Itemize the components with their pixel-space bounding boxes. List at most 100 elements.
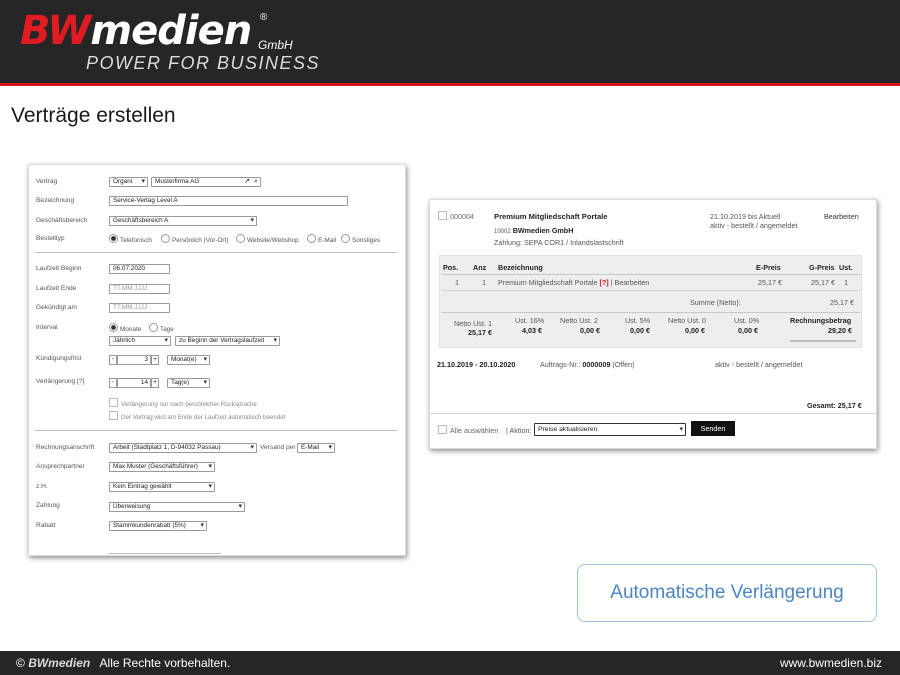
label-verlaengerung: Verlängerung [?]: [36, 378, 85, 385]
customer-name: BWmedien GmbH: [512, 226, 574, 235]
col-bezeichnung: Bezeichnung: [498, 263, 543, 272]
kuendigungsfrist-plus-button[interactable]: +: [151, 355, 159, 365]
tax-label-netto-ust-1: Netto Ust. 1: [454, 319, 492, 328]
row-pos: 1: [455, 278, 459, 287]
search-icon[interactable]: ⌕: [254, 178, 258, 186]
radio-persoenlich[interactable]: Persönlich (Vor-Ort): [161, 234, 228, 244]
external-link-icon[interactable]: ↗: [244, 178, 250, 186]
footer-website-link[interactable]: www.bwmedien.biz: [780, 656, 882, 670]
callout-automatische-verlaengerung: Automatische Verlängerung: [577, 564, 877, 622]
auftrag-number[interactable]: 0000009: [582, 360, 610, 369]
radio-sonstiges[interactable]: Sonstiges: [341, 234, 380, 244]
vertrag-type-select[interactable]: Organi: [109, 177, 148, 187]
tax-value-ust-5: 0,00 €: [630, 326, 650, 335]
select-all-checkbox[interactable]: Alle auswählen: [438, 425, 498, 435]
logo-bw: BW: [20, 8, 91, 54]
label-laufzeit-ende: Laufzeit Ende: [36, 285, 77, 292]
cropped-field-edge: [109, 553, 221, 554]
label-zahlung: Zahlung: [36, 502, 60, 509]
tax-label-ust-0: Ust. 0%: [734, 316, 760, 325]
copyright-symbol: ©: [16, 656, 25, 670]
zahlung-select[interactable]: Überweisung: [109, 502, 245, 512]
bwmedien-logo: BWmedien ® GmbH POWER FOR BUSINESS: [20, 8, 319, 73]
col-anz: Anz: [473, 263, 487, 272]
order-title: Premium Mitgliedschaft Portale: [494, 212, 608, 221]
radio-monate[interactable]: Monate: [109, 323, 141, 333]
logo-tagline: POWER FOR BUSINESS: [86, 53, 321, 73]
payment-info: Zahlung: SEPA COR1 / Inlandslastschrift: [494, 238, 624, 247]
customer-value: Musterfirma AG: [155, 178, 200, 185]
label-rechnungsanschrift: Rechnungsanschrift: [36, 444, 95, 451]
tax-value-netto-ust-1: 25,17 €: [468, 328, 492, 337]
aktion-select[interactable]: Preise aktualisieren: [534, 423, 686, 436]
label-bestelltyp: Bestelltyp: [36, 235, 65, 242]
order-checkbox[interactable]: 000004: [438, 211, 474, 221]
col-gpreis: G-Preis: [809, 263, 835, 272]
tax-label-ust-5: Ust. 5%: [625, 316, 651, 325]
auftrag-info: Auftrags-Nr.: 0000009 (Offen): [540, 360, 635, 369]
rechnungsanschrift-select[interactable]: Arbeit (Stadtplatz 1, D-94032 Passau): [109, 443, 257, 453]
tax-value-ust-0: 0,00 €: [738, 326, 758, 335]
divider: [442, 274, 860, 275]
order-status-info: aktiv - bestellt / angemeldet: [710, 221, 798, 230]
interval-frequency-select[interactable]: Jährlich: [109, 336, 171, 346]
period-status: aktiv - bestellt / angemeldet: [715, 360, 803, 369]
label-geschaeftsbereich: Geschäftsbereich: [36, 217, 88, 224]
ansprechpartner-select[interactable]: Max Muster (Geschäftsführer): [109, 462, 215, 472]
label-versand-per: Versand per: [260, 444, 296, 451]
checkbox-automatisch-beendet[interactable]: Der Vertrag wird am Ende der Laufzeit au…: [109, 411, 285, 421]
bezeichnung-input[interactable]: Service-Vertag Level A: [109, 196, 348, 206]
versand-select[interactable]: E-Mail: [297, 443, 335, 453]
radio-website-webshop[interactable]: Website/Webshop: [236, 234, 299, 244]
customer-line: 10002 BWmedien GmbH: [494, 226, 573, 235]
label-rabatt: Rabatt: [36, 522, 56, 529]
label-vertrag: Vertrag: [36, 178, 58, 185]
footer-logo: BWmedien: [28, 656, 91, 670]
total-underline: [790, 340, 856, 342]
kuendigungsfrist-input[interactable]: 3: [117, 355, 151, 365]
col-ust: Ust.: [839, 263, 853, 272]
verlaengerung-plus-button[interactable]: +: [151, 378, 159, 388]
verlaengerung-input[interactable]: 14: [117, 378, 151, 388]
geschaeftsbereich-select[interactable]: Geschäftsbereich A: [109, 216, 257, 226]
col-epreis: E-Preis: [756, 263, 781, 272]
row-gpreis: 25,17 €: [811, 278, 835, 287]
row-ust: 1: [844, 278, 848, 287]
customer-input[interactable]: Musterfirma AG ↗ ⌕: [151, 177, 261, 187]
label-gekuendigt-am: Gekündigt am: [36, 304, 78, 311]
edit-order-link[interactable]: Bearbeiten: [824, 212, 859, 221]
tax-label-ust-16: Ust. 16%: [515, 316, 545, 325]
divider: [35, 430, 397, 431]
help-link[interactable]: [?]: [599, 278, 608, 287]
radio-tage[interactable]: Tage: [149, 323, 174, 333]
gekuendigt-am-input[interactable]: TT.MM.JJJJ: [109, 303, 170, 313]
contract-form-panel: Vertrag Organi Musterfirma AG ↗ ⌕ Bezeic…: [28, 164, 406, 556]
verlaengerung-unit-select[interactable]: Tag(e): [167, 378, 210, 388]
logo-medien: medien: [90, 8, 252, 54]
divider: [442, 290, 860, 291]
zh-select[interactable]: Kein Eintrag gewählt: [109, 482, 215, 492]
rabatt-select[interactable]: Stammkundenrabatt (5%): [109, 521, 207, 531]
checkbox-verlaengerung-ruecksprache[interactable]: Verlängerung nur nach persönlicher Rücks…: [109, 398, 257, 408]
senden-button[interactable]: Senden: [691, 421, 735, 436]
aktion-label: | Aktion:: [506, 426, 532, 435]
radio-telefonisch[interactable]: Telefonisch: [109, 234, 152, 244]
divider: [442, 312, 860, 313]
tax-value-ust-16: 4,03 €: [522, 326, 542, 335]
row-epreis: 25,17 €: [758, 278, 782, 287]
logo-registered-mark: ®: [260, 12, 268, 23]
kuendigungsfrist-minus-button[interactable]: -: [109, 355, 117, 365]
kuendigungsfrist-unit-select[interactable]: Monat(e): [167, 355, 210, 365]
divider: [35, 252, 397, 253]
row-anz: 1: [482, 278, 486, 287]
order-panel: 000004 Premium Mitgliedschaft Portale 10…: [429, 199, 877, 449]
row-edit-link[interactable]: | Bearbeiten: [611, 278, 650, 287]
radio-email[interactable]: E-Mail: [307, 234, 336, 244]
laufzeit-ende-input[interactable]: TT.MM.JJJJ: [109, 284, 170, 294]
interval-start-select[interactable]: zu Beginn der Vertragslaufzeit: [175, 336, 280, 346]
verlaengerung-minus-button[interactable]: -: [109, 378, 117, 388]
auftrag-label: Auftrags-Nr.:: [540, 360, 581, 369]
laufzeit-beginn-input[interactable]: 06.07.2020: [109, 264, 170, 274]
rechnungsbetrag-label: Rechnungsbetrag: [790, 316, 852, 325]
order-items-box: Pos. Anz Bezeichnung E-Preis G-Preis Ust…: [439, 255, 862, 348]
